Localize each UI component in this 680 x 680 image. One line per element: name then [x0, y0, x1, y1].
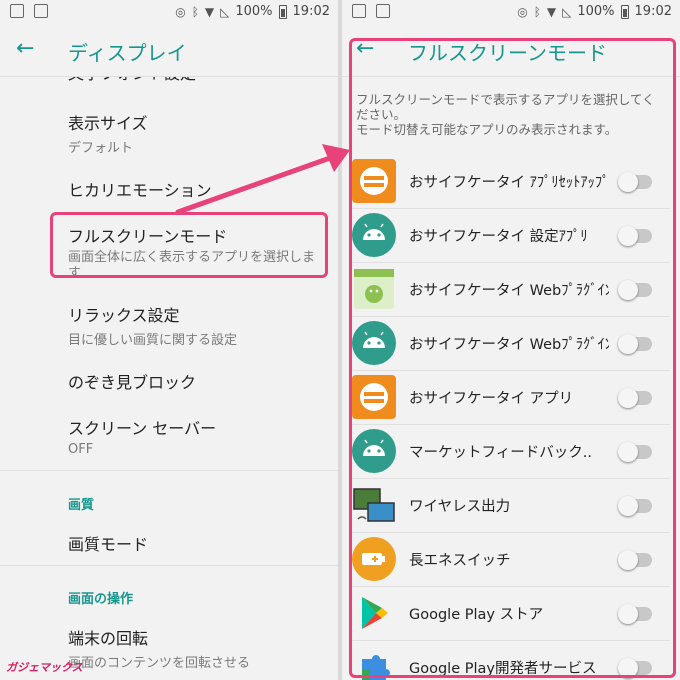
watermark: ガジェマックス	[6, 661, 83, 674]
settings-item-image-quality-mode[interactable]: 画質モード	[68, 531, 148, 555]
page-title: ディスプレイ	[68, 41, 187, 65]
status-bar: ◎ ᛒ ▼ ◺ 100% 19:02	[342, 0, 680, 24]
item-title: のぞき見ブロック	[68, 373, 197, 392]
divider	[0, 470, 338, 471]
item-title: 端末の回転	[68, 629, 149, 648]
clock: 19:02	[292, 4, 330, 19]
battery-percent: 100%	[235, 4, 273, 19]
settings-item-screen-saver[interactable]: スクリーン セーバー OFF	[68, 415, 216, 457]
highlight-box	[349, 38, 676, 678]
battery-icon	[620, 4, 629, 19]
settings-item-hikari-emotion[interactable]: ヒカリエモーション	[68, 177, 212, 201]
item-subtitle: 画面のコンテンツを回転させる	[68, 656, 251, 671]
settings-item-relax[interactable]: リラックス設定 目に優しい画質に関する設定	[68, 302, 237, 348]
display-settings-screen: ◎ ᛒ ▼ ◺ 100% 19:02 文字フォント設定 ← ディスプレイ 表示サ…	[0, 0, 338, 680]
divider	[0, 565, 338, 566]
toolbar: ← ディスプレイ	[0, 24, 338, 77]
section-header-image-quality: 画質	[68, 498, 95, 513]
settings-item-display-size[interactable]: 表示サイズ デフォルト	[68, 110, 148, 156]
item-title: 表示サイズ	[68, 114, 148, 133]
status-right: ◎ ᛒ ▼ ◺ 100% 19:02	[175, 4, 330, 19]
wifi-icon: ▼	[546, 4, 557, 19]
item-title: リラックス設定	[68, 306, 180, 325]
nfc-icon: ◎	[517, 4, 528, 19]
photo-notification-icon	[376, 4, 390, 18]
gallery-notification-icon	[352, 4, 366, 18]
wifi-icon: ▼	[204, 4, 215, 19]
no-signal-icon: ◺	[220, 4, 230, 19]
bluetooth-icon: ᛒ	[191, 4, 199, 19]
item-title: ヒカリエモーション	[68, 181, 212, 200]
photo-notification-icon	[34, 4, 48, 18]
item-subtitle: デフォルト	[68, 141, 134, 156]
item-title: スクリーン セーバー	[68, 419, 217, 438]
settings-item-rotation[interactable]: 端末の回転 画面のコンテンツを回転させる	[68, 625, 250, 671]
battery-percent: 100%	[577, 4, 615, 19]
clock: 19:02	[634, 4, 672, 19]
highlight-box	[50, 212, 328, 278]
battery-icon	[278, 4, 287, 19]
bluetooth-icon: ᛒ	[533, 4, 541, 19]
no-signal-icon: ◺	[562, 4, 572, 19]
nfc-icon: ◎	[175, 4, 186, 19]
item-subtitle: 目に優しい画質に関する設定	[68, 333, 238, 348]
item-title: 画質モード	[68, 535, 149, 554]
section-header-screen-operation: 画面の操作	[68, 592, 134, 607]
item-subtitle: OFF	[68, 442, 94, 457]
fullscreen-mode-screen: ◎ ᛒ ▼ ◺ 100% 19:02 ← フルスクリーンモード フルスクリーンモ…	[342, 0, 680, 680]
settings-item-peek-block[interactable]: のぞき見ブロック	[68, 369, 196, 393]
status-right: ◎ ᛒ ▼ ◺ 100% 19:02	[517, 4, 672, 19]
back-arrow-icon[interactable]: ←	[16, 36, 34, 61]
status-bar: ◎ ᛒ ▼ ◺ 100% 19:02	[0, 0, 338, 24]
gallery-notification-icon	[10, 4, 24, 18]
